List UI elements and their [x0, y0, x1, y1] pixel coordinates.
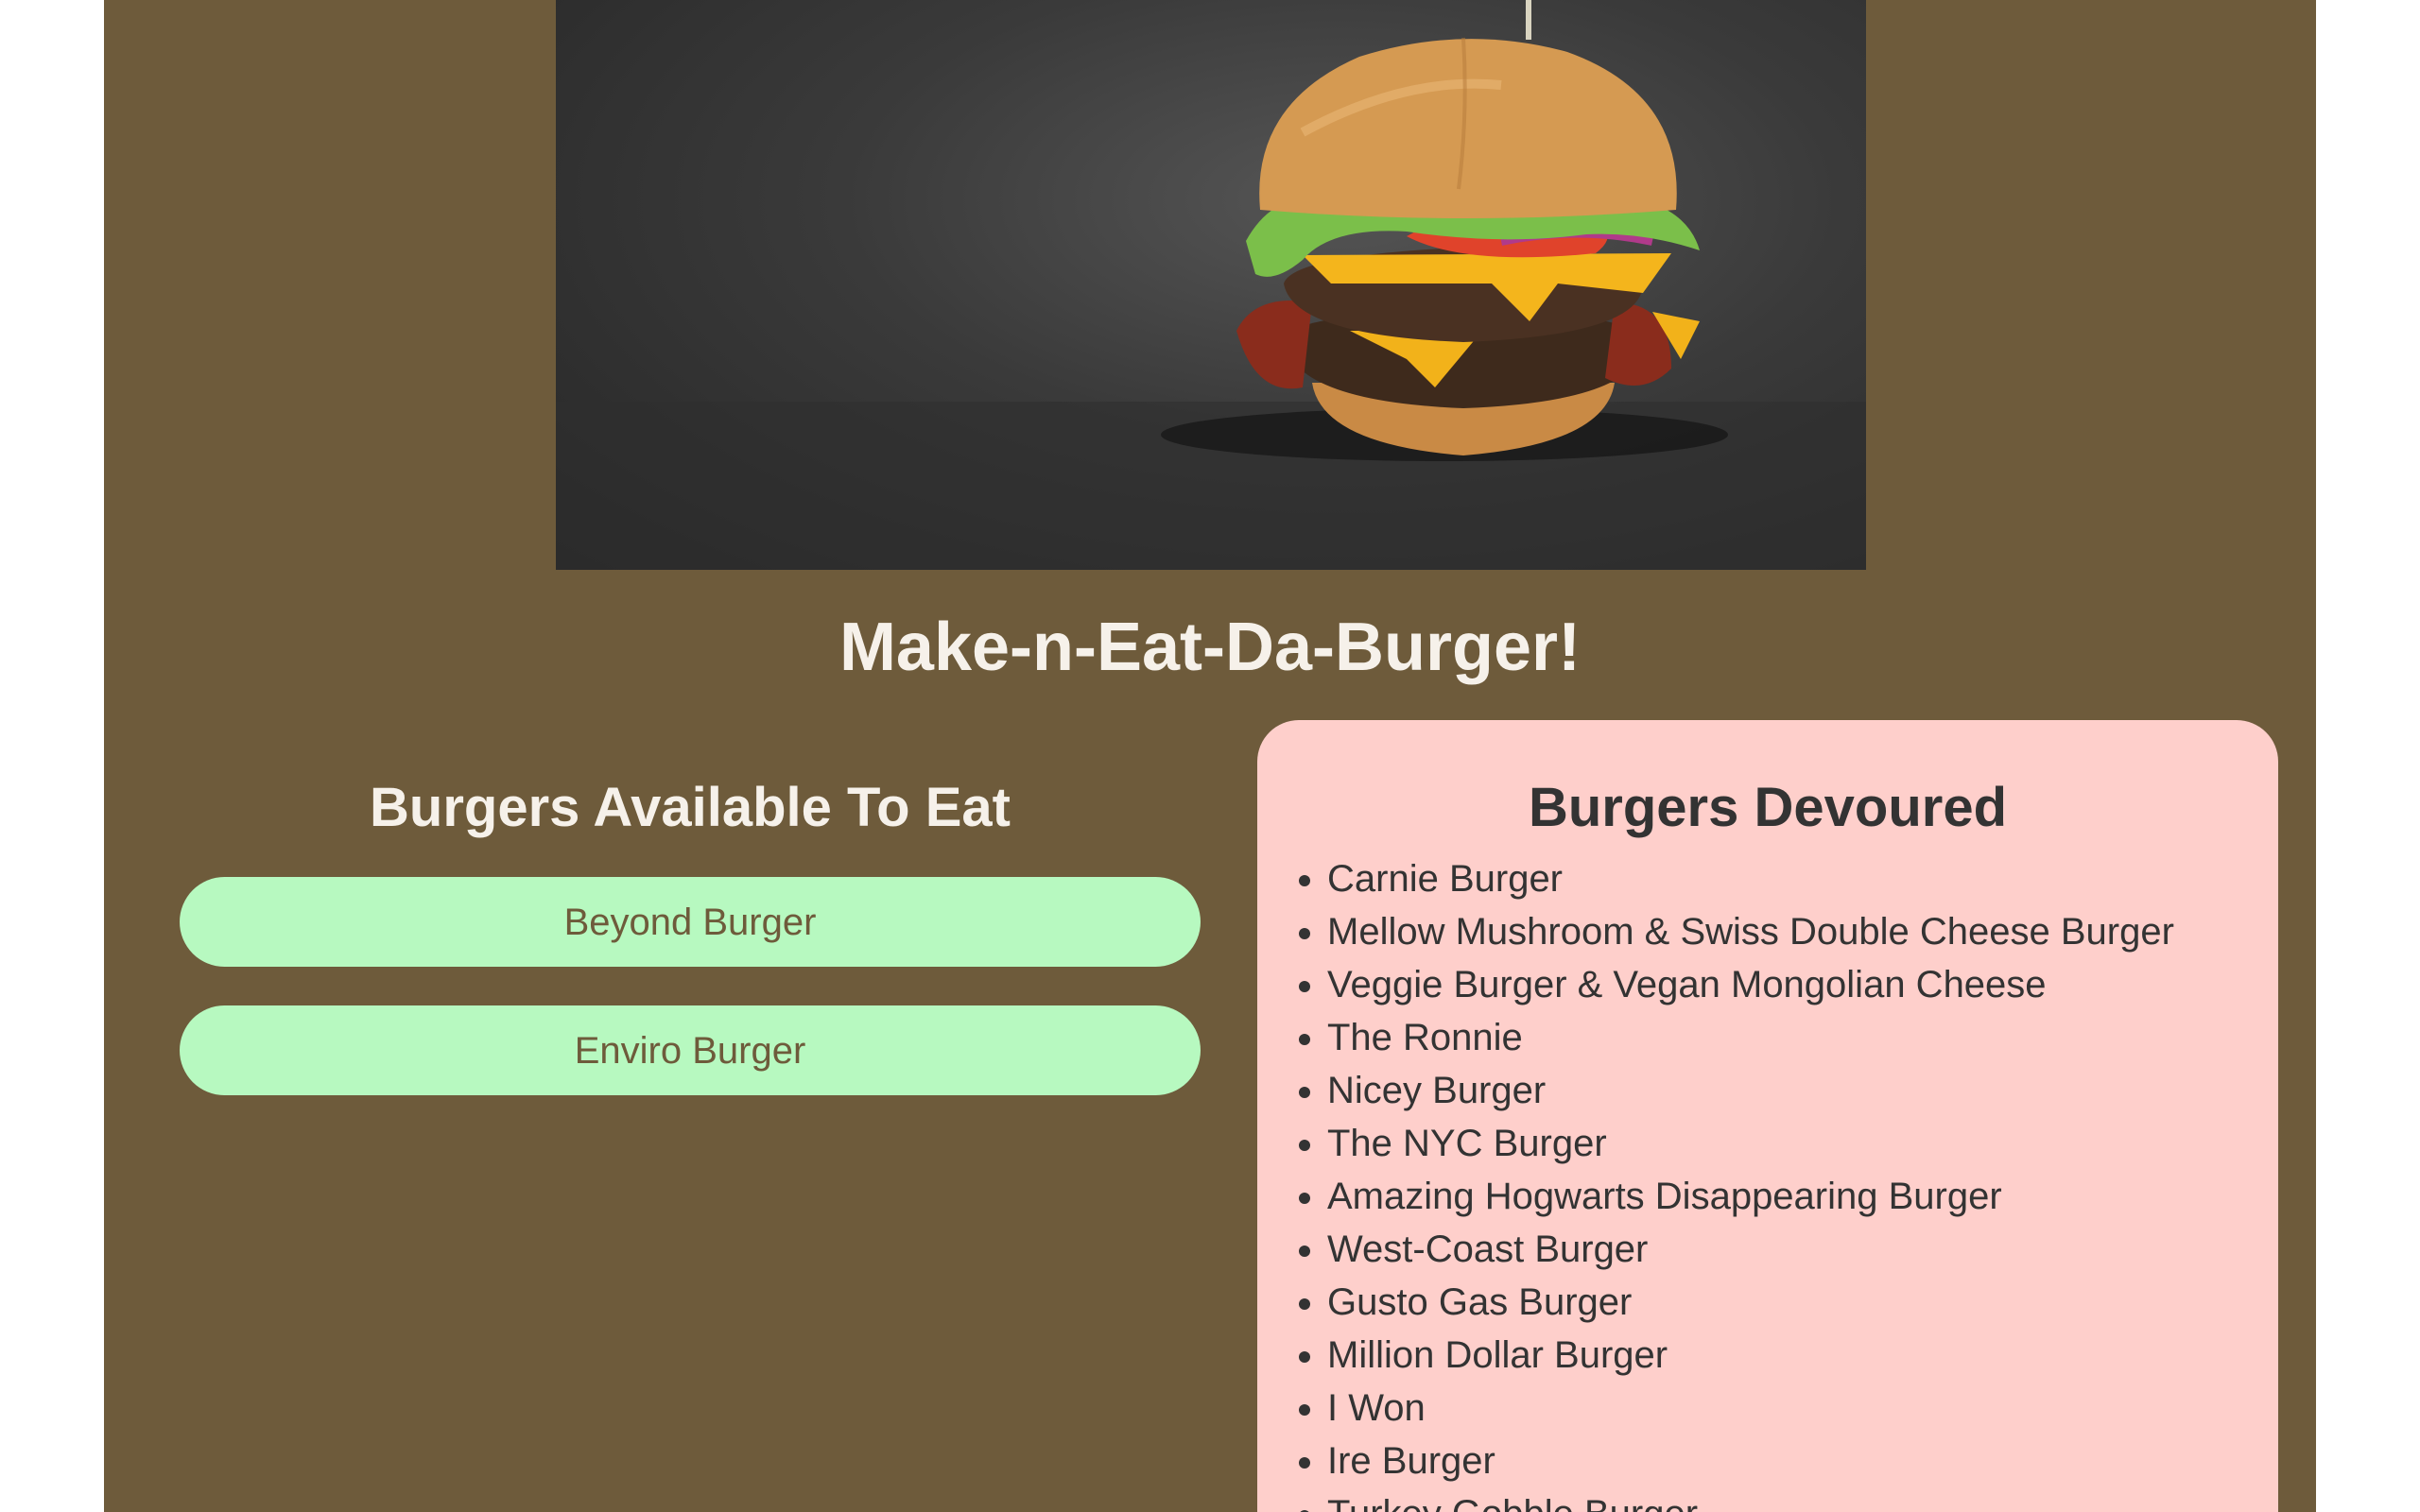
burger-illustration	[556, 0, 1866, 570]
list-item: Veggie Burger & Vegan Mongolian Cheese	[1327, 958, 2174, 1011]
devour-burger-button[interactable]: Enviro Burger	[180, 1005, 1201, 1095]
list-item: The Ronnie	[1327, 1011, 2174, 1064]
list-item: Gusto Gas Burger	[1327, 1276, 2174, 1329]
list-item: West-Coast Burger	[1327, 1223, 2174, 1276]
list-item: I Won	[1327, 1382, 2174, 1435]
devoured-burgers-panel: Burgers Devoured Carnie Burger Mellow Mu…	[1257, 720, 2278, 1512]
available-burgers-heading: Burgers Available To Eat	[370, 777, 1011, 838]
devoured-burgers-heading: Burgers Devoured	[1528, 777, 2008, 838]
list-item: Million Dollar Burger	[1327, 1329, 2174, 1382]
page-container: Make-n-Eat-Da-Burger! Burgers Available …	[104, 0, 2316, 1512]
list-item: Ire Burger	[1327, 1435, 2174, 1487]
list-item: Turkey Gobble Burger	[1327, 1487, 2174, 1512]
list-item: Amazing Hogwarts Disappearing Burger	[1327, 1170, 2174, 1223]
list-item: Carnie Burger	[1327, 852, 2174, 905]
devour-burger-button[interactable]: Beyond Burger	[180, 877, 1201, 967]
list-item: The NYC Burger	[1327, 1117, 2174, 1170]
list-item: Mellow Mushroom & Swiss Double Cheese Bu…	[1327, 905, 2174, 958]
devoured-burgers-list: Carnie Burger Mellow Mushroom & Swiss Do…	[1257, 852, 2174, 1512]
page-title: Make-n-Eat-Da-Burger!	[838, 610, 1582, 685]
list-item: Nicey Burger	[1327, 1064, 2174, 1117]
hero-burger-image	[556, 0, 1866, 570]
available-burgers-section: Burgers Available To Eat Beyond Burger E…	[180, 765, 1201, 1095]
